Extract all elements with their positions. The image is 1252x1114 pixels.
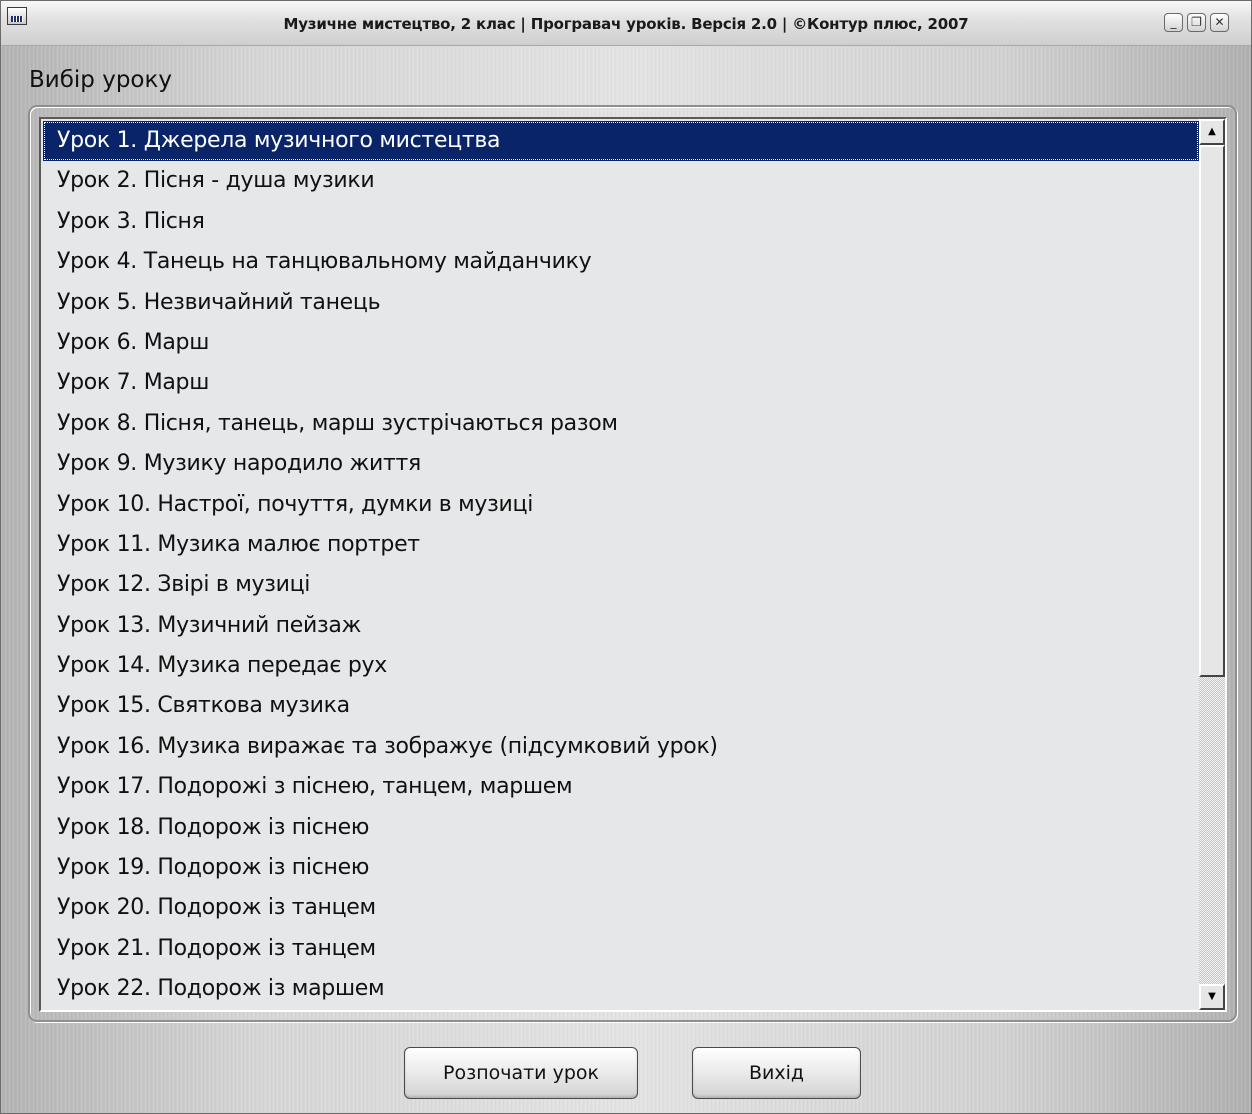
lesson-list-item[interactable]: Урок 17. Подорожі з піснею, танцем, марш… [43,767,1199,807]
vertical-scrollbar[interactable]: ▲ ▼ [1199,119,1225,1010]
lesson-list[interactable]: Урок 1. Джерела музичного мистецтва Урок … [43,121,1199,1010]
lesson-list-item[interactable]: Урок 16. Музика виражає та зображує (під… [43,727,1199,767]
page-title: Вибір уроку [29,67,172,93]
title-bar[interactable]: Музичне мистецтво, 2 клас | Програвач ур… [1,1,1251,46]
minimize-button[interactable]: _ [1164,13,1183,32]
lesson-list-item[interactable]: Урок 7. Марш [43,363,1199,403]
lesson-list-item[interactable]: Урок 9. Музику народило життя [43,444,1199,484]
lesson-list-item[interactable]: Урок 13. Музичний пейзаж [43,606,1199,646]
lesson-listbox[interactable]: Урок 1. Джерела музичного мистецтва Урок … [39,117,1227,1012]
lesson-list-item[interactable]: Урок 12. Звірі в музиці [43,565,1199,605]
lesson-list-item[interactable]: Урок 15. Святкова музика [43,686,1199,726]
lesson-list-item[interactable]: Урок 2. Пісня - душа музики [43,161,1199,201]
app-window: Музичне мистецтво, 2 клас | Програвач ур… [0,0,1252,1114]
lesson-list-item[interactable]: Урок 5. Незвичайний танець [43,283,1199,323]
scroll-down-arrow-icon[interactable]: ▼ [1199,984,1225,1010]
lesson-list-item[interactable]: Урок 20. Подорож із танцем [43,888,1199,928]
lesson-list-item[interactable]: Урок 10. Настрої, почуття, думки в музиц… [43,485,1199,525]
restore-button[interactable]: ❐ [1187,13,1206,32]
scroll-up-arrow-icon[interactable]: ▲ [1199,119,1225,145]
lesson-list-item[interactable]: Урок 1. Джерела музичного мистецтва [43,121,1199,162]
lesson-list-item[interactable]: Урок 14. Музика передає рух [43,646,1199,686]
lesson-list-item[interactable]: Урок 22. Подорож із маршем [43,969,1199,1009]
window-title: Музичне мистецтво, 2 клас | Програвач ур… [283,15,969,33]
start-lesson-button[interactable]: Розпочати урок [404,1047,638,1099]
lesson-list-item[interactable]: Урок 6. Марш [43,323,1199,363]
lesson-list-item[interactable]: Урок 4. Танець на танцювальному майданчи… [43,242,1199,282]
lesson-list-item[interactable]: Урок 11. Музика малює портрет [43,525,1199,565]
exit-button[interactable]: Вихід [692,1047,861,1099]
scroll-thumb[interactable] [1199,145,1225,677]
lesson-list-item[interactable]: Урок 21. Подорож із танцем [43,929,1199,969]
lesson-list-item[interactable]: Урок 3. Пісня [43,202,1199,242]
lesson-list-item[interactable]: Урок 19. Подорож із піснею [43,848,1199,888]
lesson-list-item[interactable]: Урок 8. Пісня, танець, марш зустрічаютьс… [43,404,1199,444]
lesson-list-item[interactable]: Урок 18. Подорож із піснею [43,808,1199,848]
close-button[interactable]: ✕ [1210,13,1229,32]
